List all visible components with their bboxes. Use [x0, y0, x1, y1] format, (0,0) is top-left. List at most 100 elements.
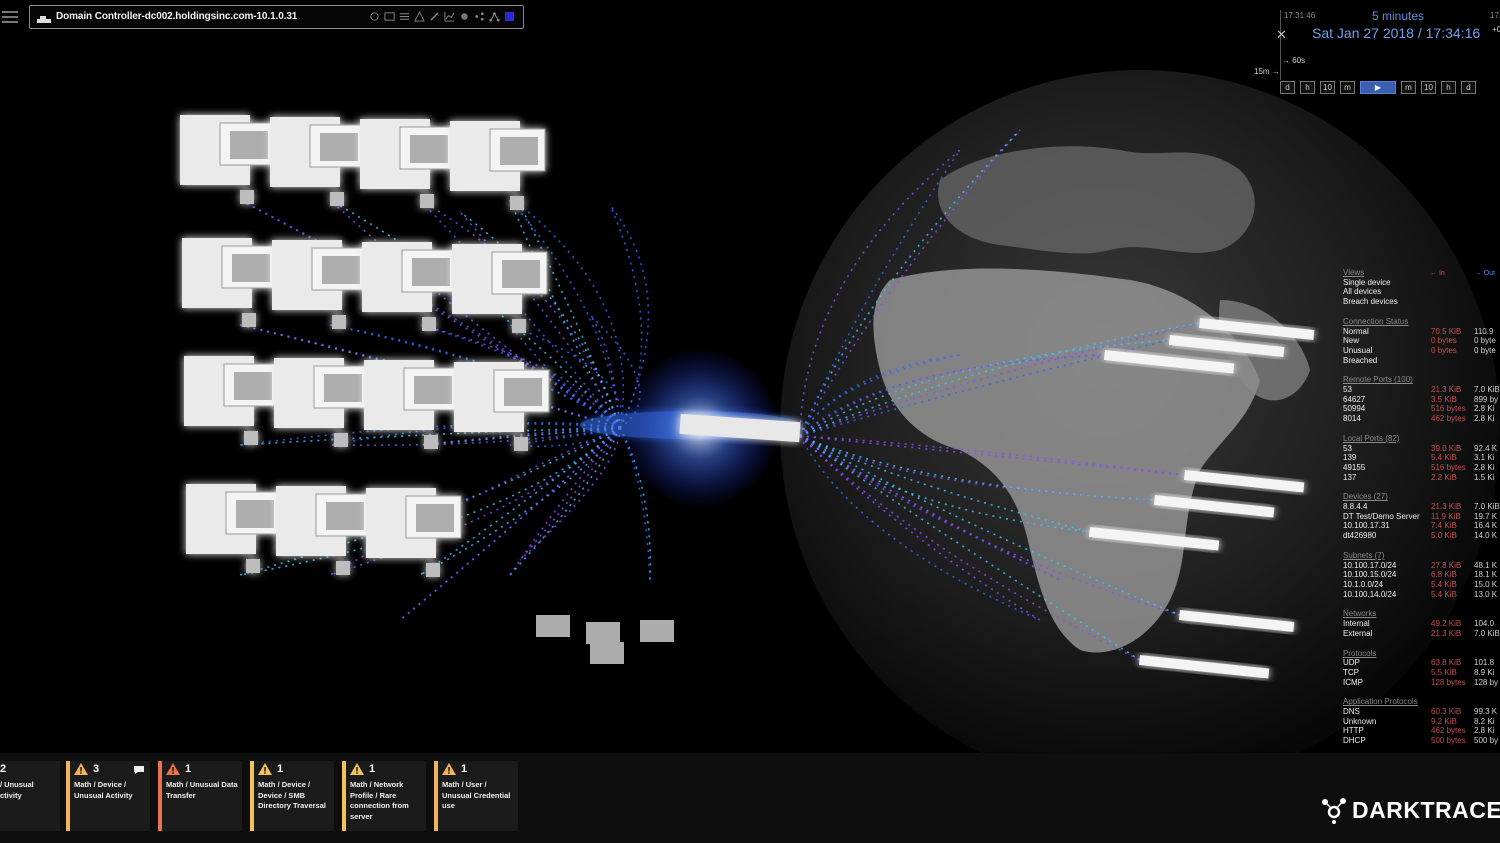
time-window[interactable]: 5 minutes [1372, 9, 1424, 23]
stats-row[interactable]: 10.1.0.0/24 5.4 KiB 15.0 K [1343, 580, 1500, 590]
stats-row[interactable]: Unusual 0 bytes 0 byte [1343, 346, 1500, 356]
time-step-button[interactable]: h [1441, 81, 1456, 94]
stats-row[interactable]: 10.100.15.0/24 6.8 KiB 18.1 K [1343, 570, 1500, 580]
stats-row[interactable]: TCP 5.5 KiB 8.9 Ki [1343, 668, 1500, 678]
chart-icon[interactable] [443, 10, 455, 22]
stats-row[interactable]: 10.100.17.31 7.4 KiB 16.4 K [1343, 521, 1500, 531]
filter-icon[interactable] [368, 10, 380, 22]
stats-row[interactable]: DNS 60.3 KiB 99.3 K [1343, 707, 1500, 717]
stats-group-header[interactable]: Application Protocols [1343, 697, 1500, 707]
stats-row[interactable]: 64627 3.5 KiB 899 by [1343, 395, 1500, 405]
breach-count-row: 1 [442, 763, 514, 775]
device-node[interactable] [276, 486, 372, 575]
stats-row[interactable]: 8.8.4.4 21.3 KiB 7.0 KiB [1343, 502, 1500, 512]
stats-row[interactable]: 53 39.0 KiB 92.4 K [1343, 444, 1500, 454]
color-square-icon[interactable] [503, 10, 515, 22]
view-single-device[interactable]: Single device [1343, 278, 1431, 288]
stats-group-header[interactable]: Connection Status [1343, 317, 1500, 327]
device-node[interactable] [450, 121, 546, 210]
stats-row[interactable]: ICMP 128 bytes 128 by [1343, 678, 1500, 688]
time-controls: d h 10 m ▶ m 10 h d [1280, 81, 1476, 94]
stats-row[interactable]: Unknown 9.2 KiB 8.2 Ki [1343, 717, 1500, 727]
device-node[interactable] [272, 240, 368, 329]
list-icon[interactable] [398, 10, 410, 22]
view-all-devices[interactable]: All devices [1343, 287, 1431, 297]
time-step-button[interactable]: 10 [1320, 81, 1335, 94]
stats-row[interactable]: HTTP 462 bytes 2.8 Ki [1343, 726, 1500, 736]
stats-row[interactable]: DHCP 500 bytes 500 by [1343, 736, 1500, 746]
time-step-button[interactable]: 10 [1421, 81, 1436, 94]
device-node[interactable] [362, 242, 458, 331]
stats-row[interactable]: Internal 49.2 KiB 104.0 [1343, 619, 1500, 629]
hamburger-menu-icon[interactable] [2, 9, 18, 23]
time-step-button[interactable]: m [1401, 81, 1416, 94]
device-node[interactable] [360, 119, 456, 208]
stats-row[interactable]: dt426980 5.0 KiB 14.0 K [1343, 531, 1500, 541]
clock-left: 17:31:46 [1284, 11, 1316, 20]
stats-group: Connection Status Normal 70.5 KiB 110.9 New 0… [1343, 317, 1500, 366]
time-step-button[interactable]: m [1340, 81, 1355, 94]
breach-card[interactable]: 2 / Unusual ctivity [0, 761, 60, 831]
network-visualization[interactable] [0, 0, 1500, 843]
breach-count-row: 1 [166, 763, 238, 775]
stats-row[interactable]: 10.100.14.0/24 5.4 KiB 13.0 K [1343, 590, 1500, 600]
breach-card[interactable]: 1 Math / User / Unusual Credential use [434, 761, 518, 831]
image-icon[interactable] [383, 10, 395, 22]
breach-card[interactable]: 1 Math / Network Profile / Rare connectio… [342, 761, 426, 831]
stats-group-header[interactable]: Subnets (7) [1343, 551, 1500, 561]
device-node[interactable] [364, 360, 460, 449]
breach-card[interactable]: 1 Math / Device / Device / SMB Directory … [250, 761, 334, 831]
device-node[interactable] [366, 488, 462, 577]
breach-card[interactable]: 3 Math / Device / Unusual Activity [66, 761, 150, 831]
warning-icon [74, 763, 88, 775]
stats-row-label: 64627 [1343, 394, 1366, 404]
network-icon[interactable] [488, 10, 500, 22]
device-node[interactable] [274, 358, 370, 447]
device-node[interactable] [270, 117, 366, 206]
close-icon[interactable]: ✕ [1276, 27, 1287, 43]
device-node[interactable] [182, 238, 278, 327]
stats-row-in: 9.2 KiB [1431, 716, 1457, 726]
time-step-button[interactable]: d [1280, 81, 1295, 94]
stats-group-header[interactable]: Devices (27) [1343, 492, 1500, 502]
stats-row[interactable]: 139 5.4 KiB 3.1 Ki [1343, 453, 1500, 463]
view-breach-devices[interactable]: Breach devices [1343, 297, 1431, 307]
stats-row[interactable]: DT Test/Demo Server 11.9 KiB 19.7 K [1343, 512, 1500, 522]
stats-group-header[interactable]: Networks [1343, 609, 1500, 619]
device-node[interactable] [452, 244, 548, 333]
device-search-bar[interactable]: Domain Controller-dc002.holdingsinc.com-… [29, 5, 524, 29]
device-node[interactable] [180, 115, 276, 204]
stats-row-in: 3.5 KiB [1431, 394, 1457, 404]
stats-row[interactable]: 10.100.17.0/24 27.8 KiB 48.1 K [1343, 561, 1500, 571]
stats-row[interactable]: External 21.3 KiB 7.0 KiB [1343, 629, 1500, 639]
breach-card[interactable]: 1 Math / Unusual Data Transfer [158, 761, 242, 831]
device-node[interactable] [186, 484, 282, 573]
stats-group-header[interactable]: Remote Ports (100) [1343, 375, 1500, 385]
edit-icon[interactable] [428, 10, 440, 22]
warning-icon[interactable] [413, 10, 425, 22]
stats-row[interactable]: 49155 516 bytes 2.8 Ki [1343, 463, 1500, 473]
device-node[interactable] [184, 356, 280, 445]
stats-row[interactable]: 53 21.3 KiB 7.0 KiB [1343, 385, 1500, 395]
play-button[interactable]: ▶ [1360, 81, 1396, 94]
share-icon[interactable] [473, 10, 485, 22]
stats-group-header[interactable]: Protocols [1343, 649, 1500, 659]
stats-row-label: UDP [1343, 658, 1360, 668]
stats-row[interactable]: UDP 63.8 KiB 101.8 [1343, 658, 1500, 668]
time-step-button[interactable]: d [1461, 81, 1476, 94]
stats-row[interactable]: New 0 bytes 0 byte [1343, 336, 1500, 346]
stats-row-label: DHCP [1343, 736, 1366, 746]
stats-row[interactable]: 50994 516 bytes 2.8 Ki [1343, 404, 1500, 414]
breach-description: Math / Device / Device / SMB Directory T… [258, 780, 326, 811]
stats-row-out: 500 by [1474, 736, 1499, 746]
stats-group-header[interactable]: Local Ports (82) [1343, 434, 1500, 444]
gear-icon[interactable] [458, 10, 470, 22]
comment-icon[interactable] [133, 765, 145, 775]
stats-row[interactable]: 8014 462 bytes 2.8 Ki [1343, 414, 1500, 424]
breach-count: 1 [369, 763, 376, 775]
stats-row[interactable]: Normal 70.5 KiB 110.9 [1343, 327, 1500, 337]
time-step-button[interactable]: h [1300, 81, 1315, 94]
stats-row-label: ICMP [1343, 677, 1363, 687]
stats-row[interactable]: 137 2.2 KiB 1.5 Ki [1343, 473, 1500, 483]
stats-row[interactable]: Breached [1343, 356, 1500, 366]
